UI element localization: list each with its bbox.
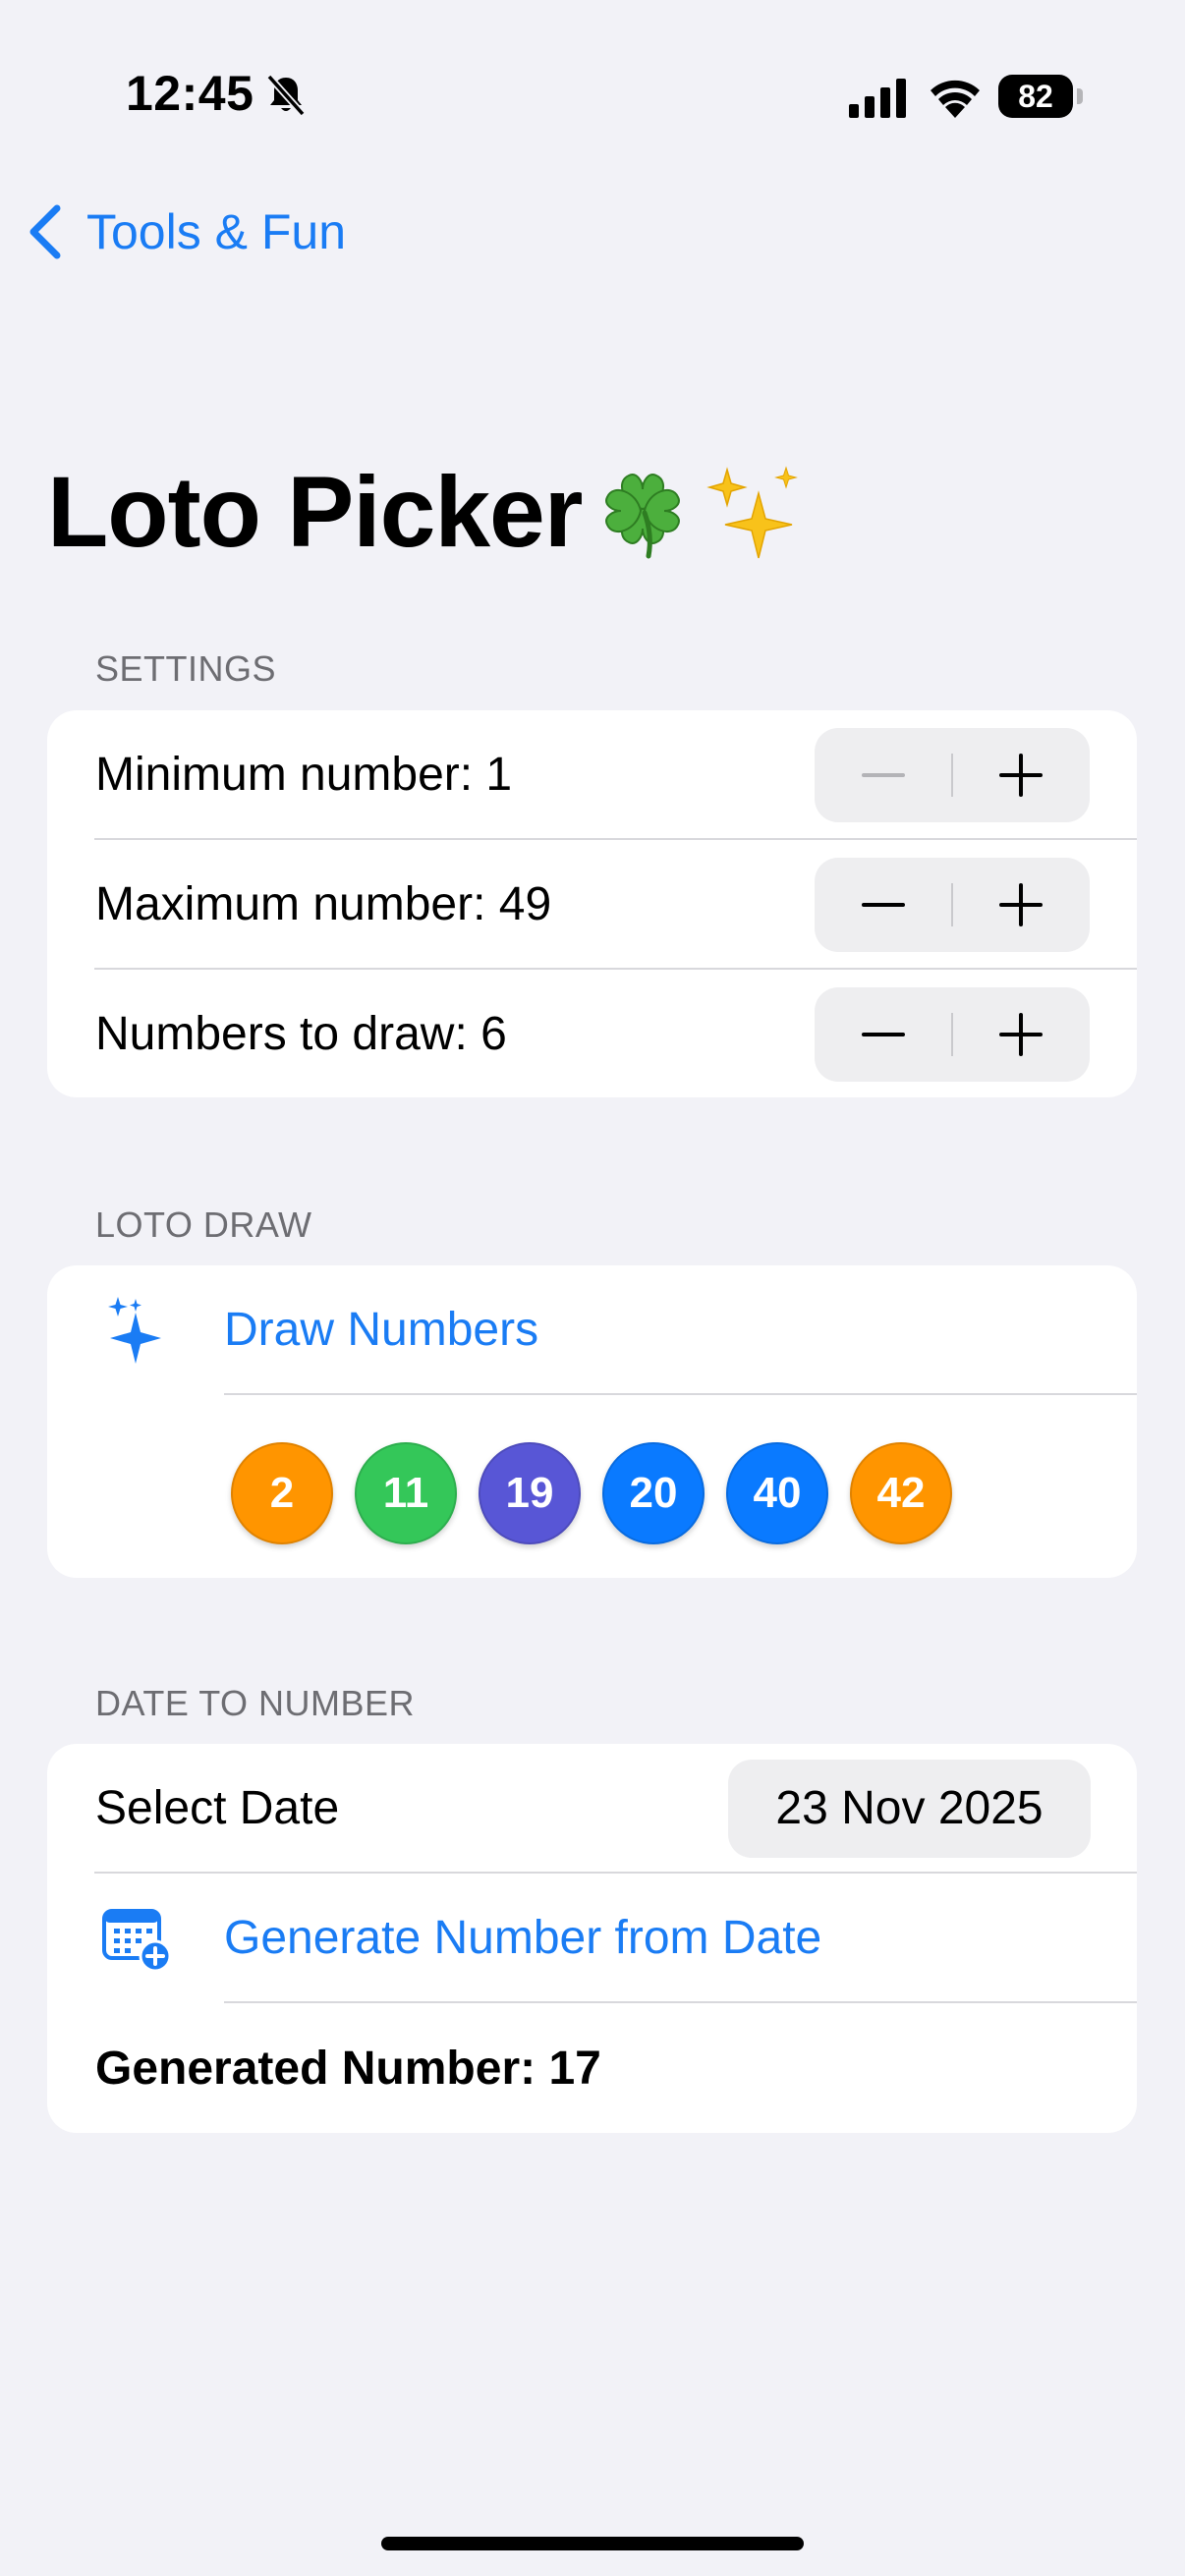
settings-section-header: SETTINGS	[95, 648, 277, 689]
row-separator	[224, 1393, 1137, 1395]
status-bar: 12:45 82	[0, 0, 1185, 196]
max-number-label: Maximum number: 49	[95, 878, 552, 930]
battery-level: 82	[998, 75, 1073, 118]
max-number-row: Maximum number: 49	[47, 840, 1137, 970]
min-number-label: Minimum number: 1	[95, 749, 513, 801]
plus-icon	[999, 883, 1043, 926]
settings-card: Minimum number: 1 Maximum number: 49 Num…	[47, 710, 1137, 1097]
lottery-ball: 20	[602, 1442, 705, 1544]
lottery-ball: 11	[355, 1442, 457, 1544]
cellular-signal-icon	[849, 79, 906, 118]
plus-icon	[999, 754, 1043, 797]
min-number-row: Minimum number: 1	[47, 710, 1137, 840]
date-to-number-card: Select Date 23 Nov 2025 Generate Number …	[47, 1744, 1137, 2133]
date-to-number-section-header: DATE TO NUMBER	[95, 1683, 416, 1723]
numbers-to-draw-stepper	[815, 987, 1090, 1082]
row-separator	[224, 2001, 1137, 2003]
min-number-stepper	[815, 728, 1090, 822]
min-number-decrement-button[interactable]	[815, 728, 952, 822]
numbers-to-draw-row: Numbers to draw: 6	[47, 970, 1137, 1097]
lottery-ball: 2	[231, 1442, 333, 1544]
bell-slash-icon	[266, 74, 306, 117]
max-number-increment-button[interactable]	[952, 858, 1090, 952]
battery-indicator: 82	[998, 75, 1083, 118]
numbers-to-draw-decrement-button[interactable]	[815, 987, 952, 1082]
draw-numbers-label: Draw Numbers	[224, 1304, 539, 1356]
lottery-ball: 19	[479, 1442, 581, 1544]
back-button[interactable]: Tools & Fun	[26, 196, 346, 267]
wifi-icon	[931, 80, 980, 118]
draw-numbers-button[interactable]: Draw Numbers	[47, 1265, 1137, 1395]
four-leaf-clover-icon	[605, 474, 680, 559]
generate-from-date-button[interactable]: Generate Number from Date	[47, 1874, 1137, 2003]
select-date-row: Select Date 23 Nov 2025	[47, 1744, 1137, 1874]
max-number-stepper	[815, 858, 1090, 952]
numbers-to-draw-increment-button[interactable]	[952, 987, 1090, 1082]
page-title: Loto Picker	[47, 456, 583, 568]
plus-icon	[999, 1013, 1043, 1056]
sparkles-emoji-icon	[706, 466, 798, 559]
minus-icon	[862, 1033, 905, 1036]
sparkles-icon	[108, 1297, 161, 1364]
minus-icon	[862, 773, 905, 777]
lottery-ball: 40	[726, 1442, 828, 1544]
back-button-label: Tools & Fun	[86, 204, 347, 259]
min-number-increment-button[interactable]	[952, 728, 1090, 822]
chevron-left-icon	[29, 204, 61, 259]
date-picker-button[interactable]: 23 Nov 2025	[728, 1760, 1091, 1858]
numbers-to-draw-label: Numbers to draw: 6	[95, 1008, 507, 1060]
calendar-badge-plus-icon	[102, 1909, 171, 1973]
max-number-decrement-button[interactable]	[815, 858, 952, 952]
loto-draw-section-header: LOTO DRAW	[95, 1204, 312, 1245]
generate-from-date-label: Generate Number from Date	[224, 1912, 822, 1964]
minus-icon	[862, 903, 905, 907]
battery-cap	[1077, 88, 1083, 104]
lottery-ball: 42	[850, 1442, 952, 1544]
home-indicator[interactable]	[381, 2537, 804, 2550]
generated-number-text: Generated Number: 17	[95, 2043, 601, 2095]
loto-draw-card: Draw Numbers 2 11 19 20 40 42	[47, 1265, 1137, 1578]
status-time: 12:45	[126, 66, 254, 121]
select-date-label: Select Date	[95, 1782, 340, 1834]
